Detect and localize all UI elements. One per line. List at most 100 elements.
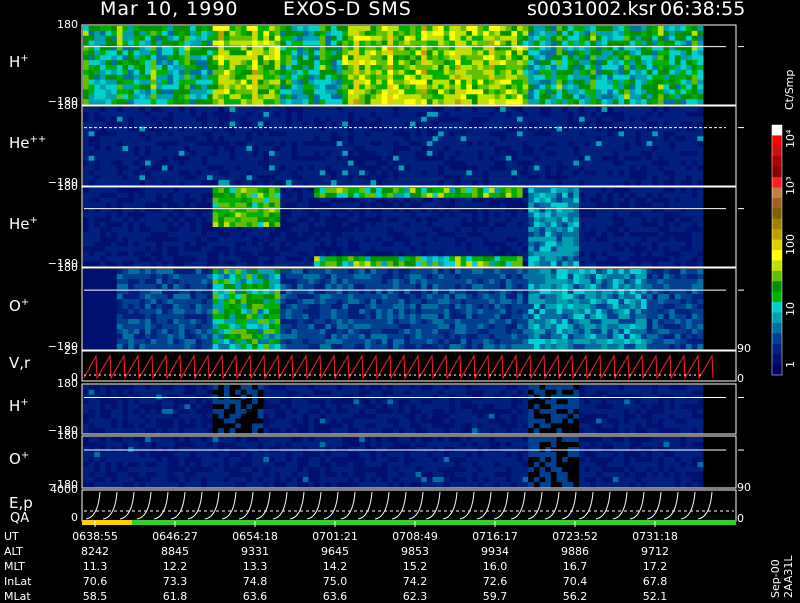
plot-date: Mar 10, 1990 [100,0,239,20]
panel-label-2: He+ [9,215,38,233]
footer-cell: 70.6 [60,575,130,588]
colorbar-segment [772,344,782,355]
footer-cell: 63.6 [220,590,290,603]
colorbar-segment [772,323,782,334]
panel-ion: O [9,450,21,468]
panel-right-max: 90 [737,481,751,494]
footer-cell: 63.6 [300,590,370,603]
footer-cell: 17.2 [620,560,690,573]
panel-ion: V,r [9,354,30,372]
panel-label-7: E,p [9,494,33,512]
colorbar-segment [772,240,782,251]
panel-ymax: 180 [38,377,78,390]
panel-ion: H [9,53,20,71]
footer-cell: 0708:49 [380,530,450,543]
footer-cell: 15.2 [380,560,450,573]
footer-cell: 9331 [220,545,290,558]
panel-ymax: 180 [38,99,78,112]
footer-cell: 13.3 [220,560,290,573]
panel-label-6: O+ [9,450,29,468]
footer-cell: 9934 [460,545,530,558]
panel-label-1: He++ [9,134,46,152]
plot-filename: s0031002.ksr [527,0,656,20]
colorbar-segment [772,333,782,344]
footer-cell: 8242 [60,545,130,558]
footer-cell: 74.8 [220,575,290,588]
colorbar-segment [772,250,782,261]
colorbar-unit: Ct/Smp [783,70,796,110]
panel-ion: He [9,134,30,152]
colorbar-segment [772,229,782,240]
colorbar-segment [772,354,782,365]
footer-row-name: MLT [4,560,25,573]
colorbar-segment [772,198,782,209]
footer-cell: 73.3 [140,575,210,588]
panel-label-3: O+ [9,297,29,315]
footer-cell: 0701:21 [300,530,370,543]
qa-bar-ok [132,520,736,525]
footer-cell: 67.8 [620,575,690,588]
panel-label-5: H+ [9,397,29,415]
colorbar-segment [772,281,782,292]
footer-cell: 9645 [300,545,370,558]
qa-bar-warning [82,520,132,525]
footer-cell: 12.2 [140,560,210,573]
plot-time: 06:38:55 [660,0,745,20]
panel-ion-charge: + [20,53,28,64]
colorbar-label: 10 [784,302,797,316]
panel-ion: H [9,397,20,415]
colorbar-segment [772,271,782,282]
panel-ion-charge: ++ [30,134,47,145]
footer-row-name: InLat [4,575,31,588]
colorbar-segment [772,365,782,376]
colorbar-label: 10³ [784,177,797,195]
colorbar-segment [772,188,782,199]
panel-ymax: 180 [38,261,78,274]
panel-ymin: 0 [38,511,78,524]
panel-ion: He [9,215,30,233]
footer-stamp: Sep-00 2AA31L [769,556,795,598]
panel-label-4: V,r [9,354,30,372]
footer-row-name: MLat [4,590,31,603]
panel-ymax: 180 [38,18,78,31]
footer-cell: 8845 [140,545,210,558]
panel-ymax: 4000 [38,483,78,496]
colorbar-segment [772,292,782,303]
footer-row-name: ALT [4,545,23,558]
panel-ymax: 25 [38,344,78,357]
footer-cell: 75.0 [300,575,370,588]
footer-cell: 0716:17 [460,530,530,543]
footer-cell: 52.1 [620,590,690,603]
panel-right-min: 0 [737,372,744,385]
colorbar-segment [772,135,782,146]
panel-ymax: 180 [38,429,78,442]
colorbar-segment [772,208,782,219]
footer-cell: 62.3 [380,590,450,603]
colorbar-label: 100 [784,234,797,255]
colorbar-segment [772,146,782,157]
colorbar-label: 1 [784,361,797,368]
panel-right-max: 90 [737,342,751,355]
colorbar-segment [772,167,782,178]
colorbar-segment [772,260,782,271]
plot-instrument: EXOS-D SMS [283,0,412,20]
panel-ion-charge: + [30,215,38,226]
footer-cell: 59.7 [460,590,530,603]
footer-cell: 0646:27 [140,530,210,543]
panel-label-0: H+ [9,53,29,71]
footer-cell: 9712 [620,545,690,558]
panel-ion-charge: + [21,297,29,308]
colorbar-segment [772,125,782,136]
footer-cell: 61.8 [140,590,210,603]
colorbar-segment [772,219,782,230]
colorbar-segment [772,313,782,324]
footer-cell: 16.7 [540,560,610,573]
footer-cell: 16.0 [460,560,530,573]
colorbar-label: 10⁴ [784,130,797,148]
footer-row-name: UT [4,530,19,543]
panel-ion: E,p [9,494,33,512]
panel-frame [82,490,736,521]
footer-cell: 58.5 [60,590,130,603]
footer-cell: 0638:55 [60,530,130,543]
panel-ion-charge: + [21,450,29,461]
